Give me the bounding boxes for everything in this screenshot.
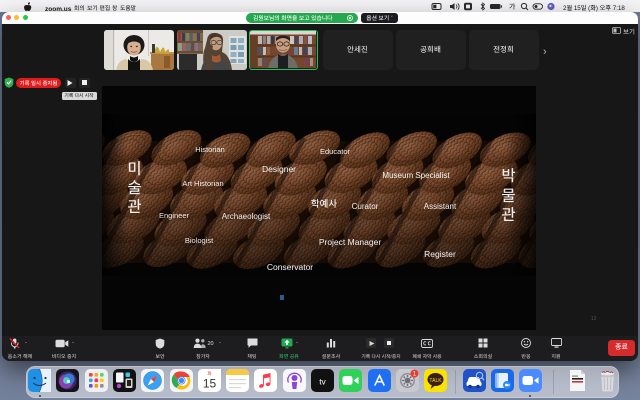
svg-text:tv: tv <box>319 377 326 387</box>
svg-text:15: 15 <box>203 377 217 391</box>
svg-text:가: 가 <box>509 2 516 11</box>
svg-text:TALK: TALK <box>430 378 443 384</box>
